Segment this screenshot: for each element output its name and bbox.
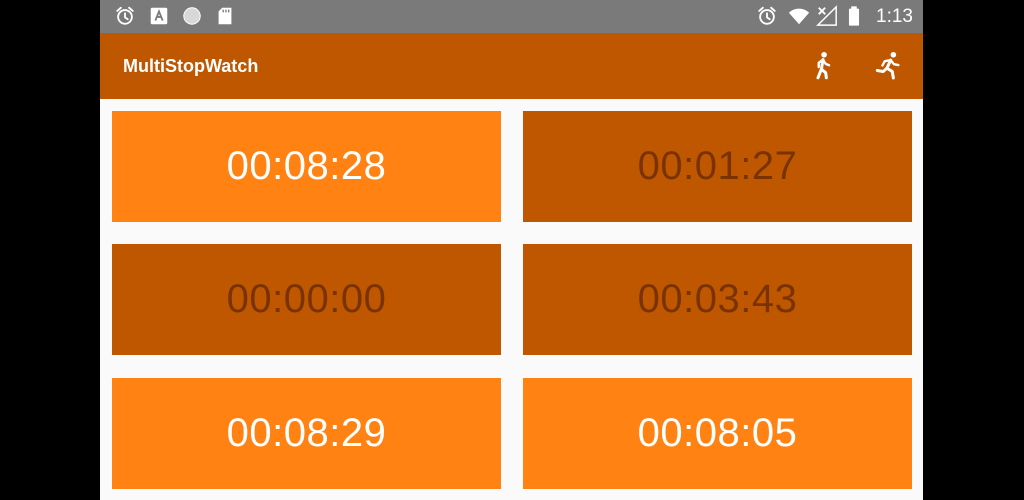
stopwatch-time: 00:03:43 <box>637 277 798 321</box>
clock-time: 1:13 <box>876 6 913 27</box>
alarm-icon <box>758 6 776 25</box>
app-bar: MultiStopWatch <box>100 33 923 99</box>
stopwatch-time: 00:08:29 <box>226 411 387 455</box>
run-icon <box>875 51 900 80</box>
stopwatch-tile-4[interactable]: 00:03:43 <box>523 244 912 355</box>
stopwatch-time: 00:01:27 <box>637 144 798 188</box>
stopwatch-time: 00:08:05 <box>637 411 798 455</box>
stopwatch-tile-2[interactable]: 00:01:27 <box>523 111 912 222</box>
circle-icon <box>183 7 201 25</box>
sd-card-icon <box>218 7 232 25</box>
walk-icon <box>816 51 831 80</box>
run-button[interactable] <box>870 48 906 84</box>
stopwatch-time: 00:00:00 <box>226 277 387 321</box>
stopwatch-time: 00:08:28 <box>226 144 387 188</box>
alarm-icon <box>116 6 134 25</box>
walk-button[interactable] <box>805 48 841 84</box>
stopwatch-tile-1[interactable]: 00:08:28 <box>112 111 501 222</box>
stopwatch-tile-6[interactable]: 00:08:05 <box>523 378 912 489</box>
text-a-icon <box>150 7 168 25</box>
wifi-icon <box>788 8 810 25</box>
phone-screen: 1:13 MultiStopWatch 00:08:28 00:01:27 00… <box>100 0 923 500</box>
signal-off-icon <box>816 5 837 26</box>
stopwatch-tile-5[interactable]: 00:08:29 <box>112 378 501 489</box>
stopwatch-tile-3[interactable]: 00:00:00 <box>112 244 501 355</box>
battery-icon <box>848 6 860 26</box>
status-bar: 1:13 <box>100 0 923 33</box>
app-title: MultiStopWatch <box>123 56 259 76</box>
